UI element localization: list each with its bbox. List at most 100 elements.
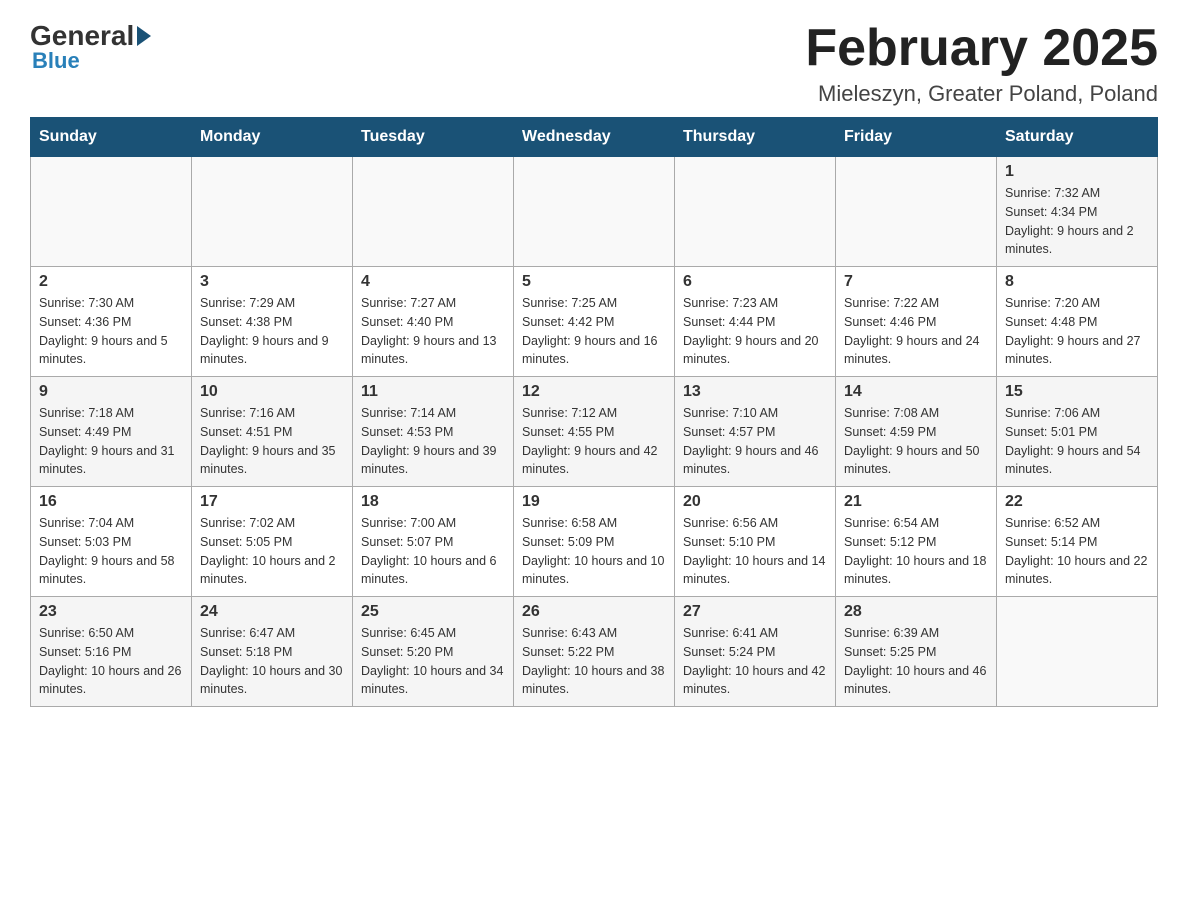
- day-number: 12: [522, 383, 666, 401]
- calendar-cell: [836, 157, 997, 267]
- calendar-cell: 13 Sunrise: 7:10 AMSunset: 4:57 PMDayligh…: [675, 377, 836, 487]
- week-row-5: 23 Sunrise: 6:50 AMSunset: 5:16 PMDayligh…: [31, 597, 1158, 707]
- day-number: 21: [844, 493, 988, 511]
- logo-arrow-icon: [137, 26, 151, 46]
- day-number: 5: [522, 273, 666, 291]
- day-info: Sunrise: 7:00 AMSunset: 5:07 PMDaylight:…: [361, 514, 505, 589]
- day-number: 27: [683, 603, 827, 621]
- day-info: Sunrise: 7:30 AMSunset: 4:36 PMDaylight:…: [39, 294, 183, 369]
- day-number: 10: [200, 383, 344, 401]
- day-info: Sunrise: 7:12 AMSunset: 4:55 PMDaylight:…: [522, 404, 666, 479]
- day-number: 6: [683, 273, 827, 291]
- calendar-cell: 12 Sunrise: 7:12 AMSunset: 4:55 PMDayligh…: [514, 377, 675, 487]
- day-number: 13: [683, 383, 827, 401]
- calendar-cell: 3 Sunrise: 7:29 AMSunset: 4:38 PMDaylight…: [192, 267, 353, 377]
- calendar-cell: 27 Sunrise: 6:41 AMSunset: 5:24 PMDayligh…: [675, 597, 836, 707]
- calendar-cell: 22 Sunrise: 6:52 AMSunset: 5:14 PMDayligh…: [997, 487, 1158, 597]
- calendar-cell: 7 Sunrise: 7:22 AMSunset: 4:46 PMDaylight…: [836, 267, 997, 377]
- day-info: Sunrise: 6:56 AMSunset: 5:10 PMDaylight:…: [683, 514, 827, 589]
- day-info: Sunrise: 6:43 AMSunset: 5:22 PMDaylight:…: [522, 624, 666, 699]
- weekday-header-saturday: Saturday: [997, 118, 1158, 157]
- day-number: 17: [200, 493, 344, 511]
- calendar-cell: 18 Sunrise: 7:00 AMSunset: 5:07 PMDayligh…: [353, 487, 514, 597]
- day-info: Sunrise: 7:02 AMSunset: 5:05 PMDaylight:…: [200, 514, 344, 589]
- day-number: 23: [39, 603, 183, 621]
- day-info: Sunrise: 6:52 AMSunset: 5:14 PMDaylight:…: [1005, 514, 1149, 589]
- calendar-cell: 4 Sunrise: 7:27 AMSunset: 4:40 PMDaylight…: [353, 267, 514, 377]
- page-header: General Blue February 2025 Mieleszyn, Gr…: [30, 20, 1158, 107]
- day-info: Sunrise: 6:58 AMSunset: 5:09 PMDaylight:…: [522, 514, 666, 589]
- calendar-cell: 2Sunrise: 7:30 AMSunset: 4:36 PMDaylight…: [31, 267, 192, 377]
- month-title: February 2025: [805, 20, 1158, 77]
- week-row-3: 9Sunrise: 7:18 AMSunset: 4:49 PMDaylight…: [31, 377, 1158, 487]
- weekday-header-wednesday: Wednesday: [514, 118, 675, 157]
- calendar-cell: [675, 157, 836, 267]
- day-info: Sunrise: 7:20 AMSunset: 4:48 PMDaylight:…: [1005, 294, 1149, 369]
- calendar-cell: 15Sunrise: 7:06 AMSunset: 5:01 PMDayligh…: [997, 377, 1158, 487]
- calendar-cell: 10 Sunrise: 7:16 AMSunset: 4:51 PMDayligh…: [192, 377, 353, 487]
- day-number: 20: [683, 493, 827, 511]
- day-info: Sunrise: 7:04 AMSunset: 5:03 PMDaylight:…: [39, 514, 183, 589]
- weekday-header-sunday: Sunday: [31, 118, 192, 157]
- logo-blue-text: Blue: [32, 48, 80, 74]
- calendar-cell: 6 Sunrise: 7:23 AMSunset: 4:44 PMDaylight…: [675, 267, 836, 377]
- day-number: 7: [844, 273, 988, 291]
- day-info: Sunrise: 6:50 AMSunset: 5:16 PMDaylight:…: [39, 624, 183, 699]
- calendar-cell: 16 Sunrise: 7:04 AMSunset: 5:03 PMDayligh…: [31, 487, 192, 597]
- calendar-cell: [353, 157, 514, 267]
- day-number: 22: [1005, 493, 1149, 511]
- calendar-cell: [31, 157, 192, 267]
- calendar-cell: 5 Sunrise: 7:25 AMSunset: 4:42 PMDaylight…: [514, 267, 675, 377]
- day-info: Sunrise: 7:22 AMSunset: 4:46 PMDaylight:…: [844, 294, 988, 369]
- day-info: Sunrise: 6:45 AMSunset: 5:20 PMDaylight:…: [361, 624, 505, 699]
- day-number: 16: [39, 493, 183, 511]
- day-info: Sunrise: 7:25 AMSunset: 4:42 PMDaylight:…: [522, 294, 666, 369]
- day-number: 24: [200, 603, 344, 621]
- calendar-cell: 19 Sunrise: 6:58 AMSunset: 5:09 PMDayligh…: [514, 487, 675, 597]
- weekday-header-thursday: Thursday: [675, 118, 836, 157]
- day-number: 14: [844, 383, 988, 401]
- day-info: Sunrise: 6:47 AMSunset: 5:18 PMDaylight:…: [200, 624, 344, 699]
- calendar-cell: 17 Sunrise: 7:02 AMSunset: 5:05 PMDayligh…: [192, 487, 353, 597]
- calendar-cell: 8 Sunrise: 7:20 AMSunset: 4:48 PMDaylight…: [997, 267, 1158, 377]
- week-row-4: 16 Sunrise: 7:04 AMSunset: 5:03 PMDayligh…: [31, 487, 1158, 597]
- weekday-header-monday: Monday: [192, 118, 353, 157]
- calendar-cell: [192, 157, 353, 267]
- calendar-cell: 20 Sunrise: 6:56 AMSunset: 5:10 PMDayligh…: [675, 487, 836, 597]
- calendar-cell: [514, 157, 675, 267]
- day-info: Sunrise: 7:10 AMSunset: 4:57 PMDaylight:…: [683, 404, 827, 479]
- day-number: 11: [361, 383, 505, 401]
- day-number: 19: [522, 493, 666, 511]
- day-number: 8: [1005, 273, 1149, 291]
- calendar-cell: 21 Sunrise: 6:54 AMSunset: 5:12 PMDayligh…: [836, 487, 997, 597]
- calendar-cell: [997, 597, 1158, 707]
- calendar-cell: 25Sunrise: 6:45 AMSunset: 5:20 PMDayligh…: [353, 597, 514, 707]
- day-info: Sunrise: 6:54 AMSunset: 5:12 PMDaylight:…: [844, 514, 988, 589]
- calendar-cell: 23 Sunrise: 6:50 AMSunset: 5:16 PMDayligh…: [31, 597, 192, 707]
- weekday-header-friday: Friday: [836, 118, 997, 157]
- day-number: 18: [361, 493, 505, 511]
- calendar-cell: 1Sunrise: 7:32 AMSunset: 4:34 PMDaylight…: [997, 157, 1158, 267]
- day-info: Sunrise: 7:29 AMSunset: 4:38 PMDaylight:…: [200, 294, 344, 369]
- calendar-cell: 11 Sunrise: 7:14 AMSunset: 4:53 PMDayligh…: [353, 377, 514, 487]
- week-row-1: 1Sunrise: 7:32 AMSunset: 4:34 PMDaylight…: [31, 157, 1158, 267]
- day-info: Sunrise: 6:41 AMSunset: 5:24 PMDaylight:…: [683, 624, 827, 699]
- day-number: 3: [200, 273, 344, 291]
- calendar-cell: 26 Sunrise: 6:43 AMSunset: 5:22 PMDayligh…: [514, 597, 675, 707]
- day-info: Sunrise: 6:39 AMSunset: 5:25 PMDaylight:…: [844, 624, 988, 699]
- title-area: February 2025 Mieleszyn, Greater Poland,…: [805, 20, 1158, 107]
- day-info: Sunrise: 7:23 AMSunset: 4:44 PMDaylight:…: [683, 294, 827, 369]
- calendar-cell: 28 Sunrise: 6:39 AMSunset: 5:25 PMDayligh…: [836, 597, 997, 707]
- day-info: Sunrise: 7:08 AMSunset: 4:59 PMDaylight:…: [844, 404, 988, 479]
- week-row-2: 2Sunrise: 7:30 AMSunset: 4:36 PMDaylight…: [31, 267, 1158, 377]
- day-info: Sunrise: 7:27 AMSunset: 4:40 PMDaylight:…: [361, 294, 505, 369]
- day-number: 26: [522, 603, 666, 621]
- logo: General Blue: [30, 20, 154, 74]
- day-number: 4: [361, 273, 505, 291]
- location-title: Mieleszyn, Greater Poland, Poland: [805, 81, 1158, 107]
- day-info: Sunrise: 7:16 AMSunset: 4:51 PMDaylight:…: [200, 404, 344, 479]
- day-number: 1: [1005, 163, 1149, 181]
- day-info: Sunrise: 7:14 AMSunset: 4:53 PMDaylight:…: [361, 404, 505, 479]
- day-number: 28: [844, 603, 988, 621]
- day-info: Sunrise: 7:06 AMSunset: 5:01 PMDaylight:…: [1005, 404, 1149, 479]
